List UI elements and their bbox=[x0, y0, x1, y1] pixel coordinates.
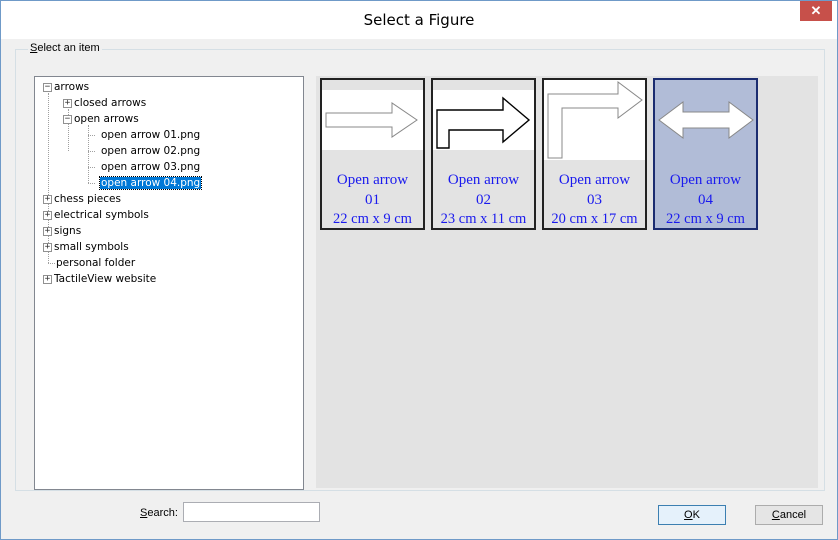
tree-item-open-arrow-03[interactable]: open arrow 03.png bbox=[101, 160, 200, 174]
collapse-icon[interactable]: − bbox=[43, 83, 52, 92]
tree-item-small-symbols[interactable]: + small symbols bbox=[43, 240, 129, 254]
thumbnail-title: Open arrow 02 bbox=[447, 172, 520, 208]
tree-item-tactileview-website[interactable]: + TactileView website bbox=[43, 272, 156, 286]
thumbnail-dimensions: 23 cm x 11 cm bbox=[440, 211, 527, 227]
close-icon: ✕ bbox=[810, 3, 822, 18]
expand-icon[interactable]: + bbox=[43, 211, 52, 220]
expand-icon[interactable]: + bbox=[43, 243, 52, 252]
thumbnail-open-arrow-01[interactable]: Open arrow 01 22 cm x 9 cm bbox=[320, 78, 425, 230]
thumbnail-dimensions: 20 cm x 17 cm bbox=[551, 211, 638, 227]
collapse-icon[interactable]: − bbox=[63, 115, 72, 124]
thumbnail-title: Open arrow 01 bbox=[336, 172, 409, 208]
tree-item-open-arrows[interactable]: − open arrows bbox=[63, 112, 139, 126]
bent-arrow-right-icon bbox=[433, 90, 534, 150]
folder-tree[interactable]: − arrows + closed arrows − open arrows open… bbox=[34, 76, 304, 490]
window-title: Select a Figure bbox=[363, 11, 475, 29]
title-bar[interactable]: Select a Figure ✕ bbox=[1, 1, 837, 39]
double-arrow-icon bbox=[655, 90, 756, 150]
thumbnail-dimensions: 22 cm x 9 cm bbox=[333, 211, 412, 227]
tree-line bbox=[88, 167, 95, 168]
cancel-button[interactable]: Cancel bbox=[755, 505, 823, 525]
thumbnail-dimensions: 22 cm x 9 cm bbox=[666, 211, 745, 227]
tree-item-open-arrow-04[interactable]: open arrow 04.png bbox=[98, 176, 203, 190]
thumbnail-open-arrow-02[interactable]: Open arrow 02 23 cm x 11 cm bbox=[431, 78, 536, 230]
select-figure-dialog: Select a Figure ✕ Select an item − arrows… bbox=[0, 0, 838, 540]
thumbnail-open-arrow-03[interactable]: Open arrow 03 20 cm x 17 cm bbox=[542, 78, 647, 230]
tree-line bbox=[88, 135, 95, 136]
ok-button[interactable]: OK bbox=[658, 505, 726, 525]
tree-item-open-arrow-02[interactable]: open arrow 02.png bbox=[101, 144, 200, 158]
select-item-group: Select an item − arrows + closed arrows − o… bbox=[15, 42, 825, 491]
tree-item-personal-folder[interactable]: personal folder bbox=[56, 256, 135, 270]
thumbnail-open-arrow-04[interactable]: Open arrow 04 22 cm x 9 cm bbox=[653, 78, 758, 230]
search-label: Search: bbox=[140, 507, 178, 519]
tree-line bbox=[88, 183, 95, 184]
close-button[interactable]: ✕ bbox=[800, 1, 832, 21]
expand-icon[interactable]: + bbox=[43, 195, 52, 204]
expand-icon[interactable]: + bbox=[43, 227, 52, 236]
thumbnail-title: Open arrow 04 bbox=[669, 172, 742, 208]
tree-item-closed-arrows[interactable]: + closed arrows bbox=[63, 96, 146, 110]
tree-line bbox=[88, 125, 89, 183]
dialog-body: Select an item − arrows + closed arrows − o… bbox=[9, 39, 829, 531]
figure-thumbnails: Open arrow 01 22 cm x 9 cm Open arrow 02 2… bbox=[316, 76, 818, 488]
tree-item-open-arrow-01[interactable]: open arrow 01.png bbox=[101, 128, 200, 142]
bent-arrow-up-right-icon bbox=[544, 80, 645, 160]
tree-item-arrows[interactable]: − arrows bbox=[43, 80, 89, 94]
tree-item-chess-pieces[interactable]: + chess pieces bbox=[43, 192, 121, 206]
search-input[interactable] bbox=[183, 502, 320, 522]
expand-icon[interactable]: + bbox=[43, 275, 52, 284]
open-arrow-right-icon bbox=[322, 90, 423, 150]
expand-icon[interactable]: + bbox=[63, 99, 72, 108]
tree-item-signs[interactable]: + signs bbox=[43, 224, 81, 238]
tree-line bbox=[48, 263, 55, 264]
tree-item-electrical-symbols[interactable]: + electrical symbols bbox=[43, 208, 149, 222]
tree-line bbox=[88, 151, 95, 152]
group-label: Select an item bbox=[28, 42, 102, 54]
thumbnail-title: Open arrow 03 bbox=[558, 172, 631, 208]
